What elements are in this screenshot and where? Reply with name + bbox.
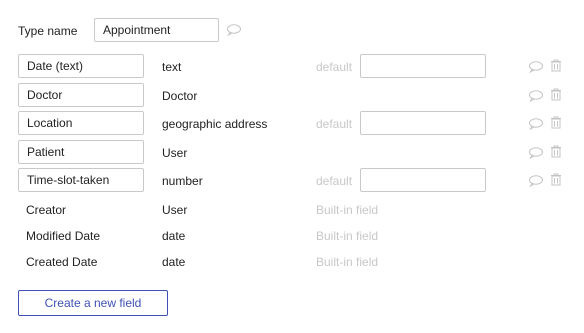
default-value-input[interactable] — [360, 168, 486, 192]
field-name-input[interactable]: Time-slot-taken — [18, 168, 144, 192]
comment-icon[interactable] — [528, 118, 544, 130]
trash-icon[interactable] — [550, 59, 562, 72]
builtin-field-note: Built-in field — [316, 255, 379, 269]
comment-icon[interactable] — [528, 61, 544, 73]
builtin-field-note: Built-in field — [316, 229, 379, 243]
builtin-field-note: Built-in field — [316, 203, 379, 217]
default-value-input[interactable] — [360, 111, 486, 135]
builtin-field-name: Creator — [26, 203, 67, 217]
type-name-input[interactable]: Appointment — [94, 18, 219, 42]
default-label: default — [316, 117, 353, 131]
trash-icon[interactable] — [550, 116, 562, 129]
default-label: default — [316, 60, 353, 74]
field-type[interactable]: text — [162, 60, 181, 74]
field-name-input[interactable]: Date (text) — [18, 54, 144, 78]
field-name-input[interactable]: Patient — [18, 140, 144, 164]
builtin-field-name: Created Date — [26, 255, 98, 269]
trash-icon[interactable] — [550, 88, 562, 101]
builtin-field-type: date — [162, 229, 186, 243]
builtin-field-type: date — [162, 255, 186, 269]
create-new-field-button[interactable]: Create a new field — [18, 290, 168, 316]
builtin-field-name: Modified Date — [26, 229, 101, 243]
trash-icon[interactable] — [550, 173, 562, 186]
trash-icon[interactable] — [550, 145, 562, 158]
field-type[interactable]: number — [162, 174, 203, 188]
field-type[interactable]: geographic address — [162, 117, 267, 131]
field-type[interactable]: User — [162, 146, 187, 160]
field-type[interactable]: Doctor — [162, 89, 197, 103]
comment-icon[interactable] — [528, 147, 544, 159]
comment-icon[interactable] — [528, 90, 544, 102]
default-label: default — [316, 174, 353, 188]
field-name-input[interactable]: Doctor — [18, 83, 144, 107]
field-name-input[interactable]: Location — [18, 111, 144, 135]
builtin-field-type: User — [162, 203, 188, 217]
comment-icon[interactable] — [226, 24, 242, 36]
comment-icon[interactable] — [528, 175, 544, 187]
default-value-input[interactable] — [360, 54, 486, 78]
type-name-label: Type name — [18, 24, 78, 38]
